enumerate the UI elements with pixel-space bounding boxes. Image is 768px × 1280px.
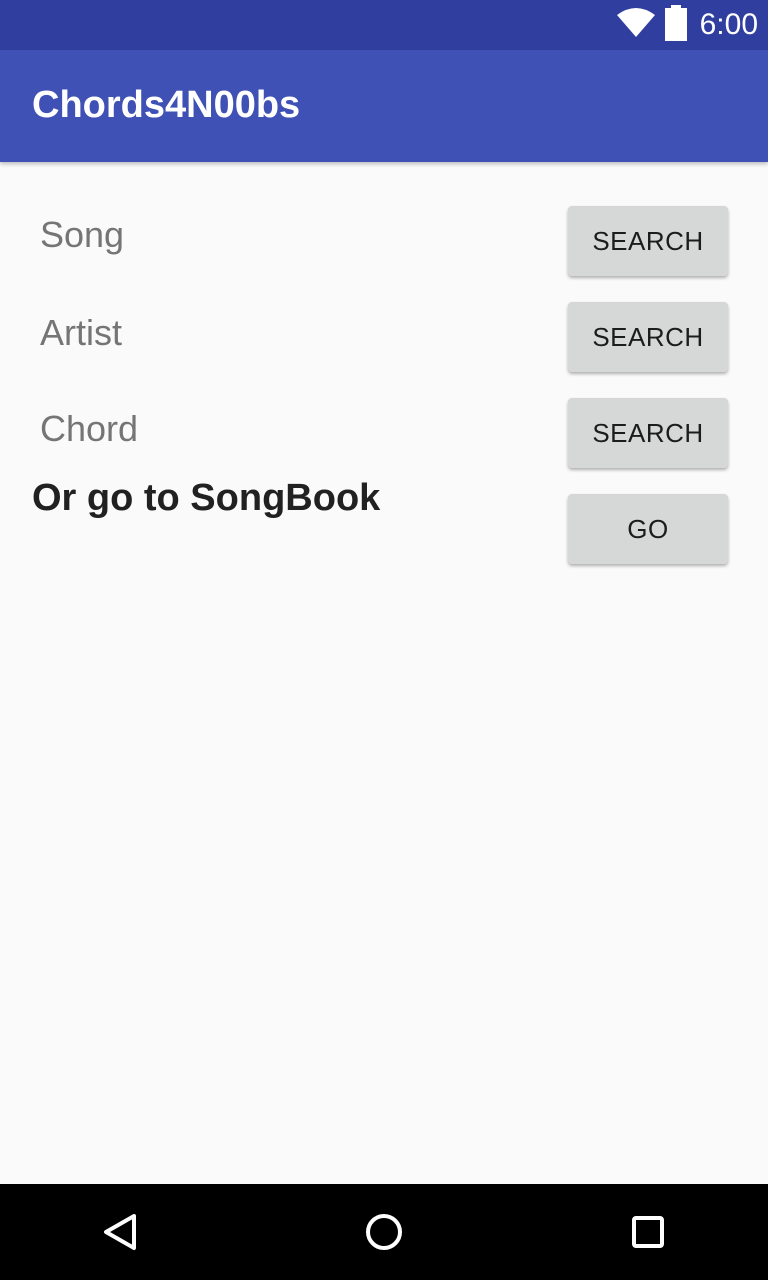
wifi-icon [616, 7, 656, 44]
status-icons: 6:00 [616, 0, 758, 50]
chord-input[interactable]: Chord [40, 408, 138, 450]
recents-button[interactable] [624, 1208, 672, 1256]
app-bar: Chords4N00bs [0, 50, 768, 162]
app-title: Chords4N00bs [32, 84, 301, 126]
artist-input[interactable]: Artist [40, 312, 122, 354]
recents-icon [632, 1216, 664, 1248]
search-artist-button[interactable]: SEARCH [568, 302, 728, 372]
main-content: Song SEARCH Artist SEARCH Chord SEARCH O… [0, 162, 768, 1184]
home-button[interactable] [360, 1208, 408, 1256]
back-icon [104, 1214, 136, 1250]
battery-icon [664, 4, 688, 46]
back-button[interactable] [96, 1208, 144, 1256]
navigation-bar [0, 1184, 768, 1280]
status-time: 6:00 [699, 8, 758, 41]
search-song-button[interactable]: SEARCH [568, 206, 728, 276]
go-songbook-button[interactable]: GO [568, 494, 728, 564]
status-bar: 6:00 [0, 0, 768, 50]
songbook-text: Or go to SongBook [32, 477, 381, 519]
search-chord-button[interactable]: SEARCH [568, 398, 728, 468]
song-input[interactable]: Song [40, 214, 124, 256]
home-icon [366, 1214, 402, 1250]
